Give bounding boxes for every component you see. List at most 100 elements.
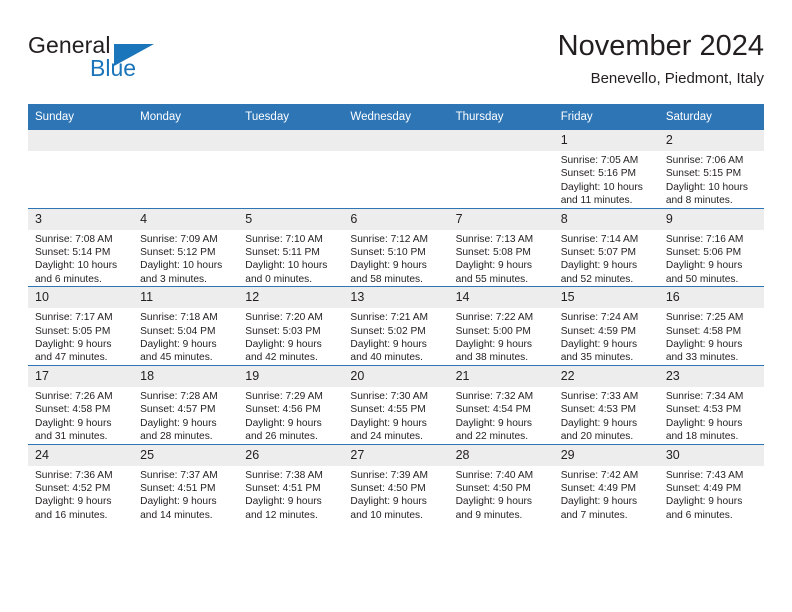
sunrise-text: Sunrise: 7:08 AM — [35, 233, 113, 245]
calendar-day-cell[interactable]: 4 Sunrise: 7:09 AM Sunset: 5:12 PM Daylight… — [133, 207, 239, 287]
page-header: General Blue November 2024 Benevello, Pi… — [28, 28, 764, 100]
sunrise-text: Sunrise: 7:12 AM — [350, 233, 429, 245]
daylight-text-line1: Daylight: 9 hours — [560, 339, 638, 351]
day-number: 2 — [658, 130, 764, 151]
daylight-text-line1: Daylight: 9 hours — [665, 417, 743, 429]
weekday-header-friday: Friday — [553, 104, 659, 130]
day-number: 8 — [553, 208, 659, 230]
calendar-day-cell[interactable]: 18 Sunrise: 7:28 AM Sunset: 4:57 PM Dayligh… — [133, 364, 239, 444]
calendar-cell-empty — [448, 129, 554, 209]
day-number: 19 — [238, 365, 344, 387]
daylight-text-line1: Daylight: 9 hours — [140, 417, 217, 429]
calendar-day-cell[interactable]: 12 Sunrise: 7:20 AM Sunset: 5:03 PM Dayligh… — [238, 286, 344, 366]
day-number: 6 — [343, 208, 449, 230]
day-number: 21 — [448, 365, 554, 387]
sunrise-text: Sunrise: 7:13 AM — [455, 233, 534, 245]
calendar-day-cell[interactable]: 13 Sunrise: 7:21 AM Sunset: 5:02 PM Dayligh… — [343, 286, 449, 366]
daylight-text-line1: Daylight: 10 hours — [245, 260, 328, 272]
calendar-week-row: 3 Sunrise: 7:08 AM Sunset: 5:14 PM Daylight… — [28, 207, 764, 287]
sunrise-text: Sunrise: 7:16 AM — [665, 233, 744, 245]
day-number: 28 — [448, 444, 554, 466]
sunset-text: Sunset: 4:53 PM — [665, 404, 742, 416]
sunrise-text: Sunrise: 7:14 AM — [560, 233, 639, 245]
day-number: 1 — [553, 130, 659, 151]
calendar-day-cell[interactable]: 6 Sunrise: 7:12 AM Sunset: 5:10 PM Daylight… — [343, 207, 449, 287]
title-block: November 2024 Benevello, Piedmont, Italy — [558, 28, 764, 90]
daylight-text-line2: and 8 minutes. — [665, 195, 733, 207]
day-number: 5 — [238, 208, 344, 230]
calendar-day-cell[interactable]: 7 Sunrise: 7:13 AM Sunset: 5:08 PM Daylight… — [448, 207, 554, 287]
sunrise-text: Sunrise: 7:20 AM — [245, 312, 323, 324]
calendar-day-cell[interactable]: 16 Sunrise: 7:25 AM Sunset: 4:58 PM Dayligh… — [658, 286, 764, 366]
day-number: 12 — [238, 287, 344, 309]
sunset-text: Sunset: 4:49 PM — [665, 482, 742, 494]
calendar-day-cell[interactable]: 3 Sunrise: 7:08 AM Sunset: 5:14 PM Daylight… — [28, 207, 134, 287]
daylight-text-line1: Daylight: 9 hours — [35, 496, 112, 508]
daylight-text-line2: and 24 minutes. — [350, 431, 423, 443]
sunset-text: Sunset: 4:57 PM — [140, 404, 216, 416]
day-details: Sunrise: 7:10 AM Sunset: 5:11 PM Daylight:… — [238, 230, 343, 287]
day-details: Sunrise: 7:38 AM Sunset: 4:51 PM Daylight:… — [238, 466, 343, 523]
calendar-day-cell[interactable]: 10 Sunrise: 7:17 AM Sunset: 5:05 PM Dayligh… — [28, 286, 134, 366]
sunset-text: Sunset: 5:02 PM — [350, 325, 426, 337]
day-details: Sunrise: 7:24 AM Sunset: 4:59 PM Daylight:… — [554, 308, 659, 365]
calendar-cell-empty — [238, 129, 344, 209]
daylight-text-line1: Daylight: 10 hours — [140, 260, 223, 272]
daylight-text-line1: Daylight: 9 hours — [350, 417, 427, 429]
sunrise-text: Sunrise: 7:21 AM — [350, 312, 429, 324]
day-details: Sunrise: 7:05 AM Sunset: 5:16 PM Daylight:… — [554, 151, 659, 208]
daylight-text-line2: and 55 minutes. — [455, 273, 529, 285]
calendar-day-cell[interactable]: 9 Sunrise: 7:16 AM Sunset: 5:06 PM Daylight… — [658, 207, 764, 287]
day-number: 20 — [343, 365, 449, 387]
sunrise-text: Sunrise: 7:26 AM — [35, 390, 113, 402]
calendar-day-cell[interactable]: 22 Sunrise: 7:33 AM Sunset: 4:53 PM Dayligh… — [553, 364, 659, 444]
day-number: 26 — [238, 444, 344, 466]
daylight-text-line1: Daylight: 9 hours — [665, 496, 743, 508]
calendar-day-cell[interactable]: 15 Sunrise: 7:24 AM Sunset: 4:59 PM Dayligh… — [553, 286, 659, 366]
sunset-text: Sunset: 4:58 PM — [35, 404, 111, 416]
calendar-day-cell[interactable]: 29 Sunrise: 7:42 AM Sunset: 4:49 PM Dayligh… — [553, 443, 659, 523]
daylight-text-line2: and 16 minutes. — [35, 509, 108, 521]
daylight-text-line1: Daylight: 9 hours — [665, 339, 743, 351]
sunset-text: Sunset: 5:00 PM — [455, 325, 531, 337]
calendar-day-cell[interactable]: 24 Sunrise: 7:36 AM Sunset: 4:52 PM Dayligh… — [28, 443, 134, 523]
calendar-day-cell[interactable]: 19 Sunrise: 7:29 AM Sunset: 4:56 PM Dayligh… — [238, 364, 344, 444]
day-details: Sunrise: 7:13 AM Sunset: 5:08 PM Daylight:… — [449, 230, 554, 287]
calendar-day-cell[interactable]: 21 Sunrise: 7:32 AM Sunset: 4:54 PM Dayligh… — [448, 364, 554, 444]
calendar-day-cell[interactable]: 11 Sunrise: 7:18 AM Sunset: 5:04 PM Dayligh… — [133, 286, 239, 366]
day-number: 10 — [28, 287, 134, 309]
sunrise-text: Sunrise: 7:37 AM — [140, 469, 218, 481]
daylight-text-line2: and 45 minutes. — [140, 352, 213, 364]
calendar-day-cell[interactable]: 28 Sunrise: 7:40 AM Sunset: 4:50 PM Dayligh… — [448, 443, 554, 523]
calendar-day-cell[interactable]: 2 Sunrise: 7:06 AM Sunset: 5:15 PM Daylight… — [658, 129, 764, 209]
calendar-day-cell[interactable]: 30 Sunrise: 7:43 AM Sunset: 4:49 PM Dayligh… — [658, 443, 764, 523]
daylight-text-line2: and 14 minutes. — [140, 509, 213, 521]
calendar-day-cell[interactable]: 25 Sunrise: 7:37 AM Sunset: 4:51 PM Dayligh… — [133, 443, 239, 523]
calendar-day-cell[interactable]: 23 Sunrise: 7:34 AM Sunset: 4:53 PM Dayligh… — [658, 364, 764, 444]
sunrise-text: Sunrise: 7:32 AM — [455, 390, 534, 402]
calendar-day-cell[interactable]: 20 Sunrise: 7:30 AM Sunset: 4:55 PM Dayligh… — [343, 364, 449, 444]
calendar-day-cell[interactable]: 26 Sunrise: 7:38 AM Sunset: 4:51 PM Dayligh… — [238, 443, 344, 523]
calendar-day-cell[interactable]: 17 Sunrise: 7:26 AM Sunset: 4:58 PM Dayligh… — [28, 364, 134, 444]
day-number — [28, 130, 134, 151]
calendar-cell-empty — [343, 129, 449, 209]
sunset-text: Sunset: 5:05 PM — [35, 325, 111, 337]
daylight-text-line2: and 26 minutes. — [245, 431, 318, 443]
sunset-text: Sunset: 5:08 PM — [455, 247, 531, 259]
brand-logo[interactable]: General Blue — [28, 32, 248, 92]
sunset-text: Sunset: 5:03 PM — [245, 325, 321, 337]
daylight-text-line1: Daylight: 10 hours — [665, 181, 748, 193]
calendar-day-cell[interactable]: 14 Sunrise: 7:22 AM Sunset: 5:00 PM Dayligh… — [448, 286, 554, 366]
daylight-text-line2: and 6 minutes. — [35, 273, 102, 285]
calendar-week-row: 17 Sunrise: 7:26 AM Sunset: 4:58 PM Dayligh… — [28, 364, 764, 444]
daylight-text-line2: and 18 minutes. — [665, 431, 739, 443]
sunset-text: Sunset: 4:51 PM — [245, 482, 321, 494]
calendar-day-cell[interactable]: 5 Sunrise: 7:10 AM Sunset: 5:11 PM Daylight… — [238, 207, 344, 287]
day-details: Sunrise: 7:21 AM Sunset: 5:02 PM Daylight:… — [343, 308, 448, 365]
calendar-day-cell[interactable]: 8 Sunrise: 7:14 AM Sunset: 5:07 PM Daylight… — [553, 207, 659, 287]
calendar-day-cell[interactable]: 1 Sunrise: 7:05 AM Sunset: 5:16 PM Daylight… — [553, 129, 659, 209]
calendar-day-cell[interactable]: 27 Sunrise: 7:39 AM Sunset: 4:50 PM Dayligh… — [343, 443, 449, 523]
daylight-text-line1: Daylight: 9 hours — [245, 339, 322, 351]
sunrise-text: Sunrise: 7:28 AM — [140, 390, 218, 402]
sunset-text: Sunset: 4:59 PM — [560, 325, 637, 337]
